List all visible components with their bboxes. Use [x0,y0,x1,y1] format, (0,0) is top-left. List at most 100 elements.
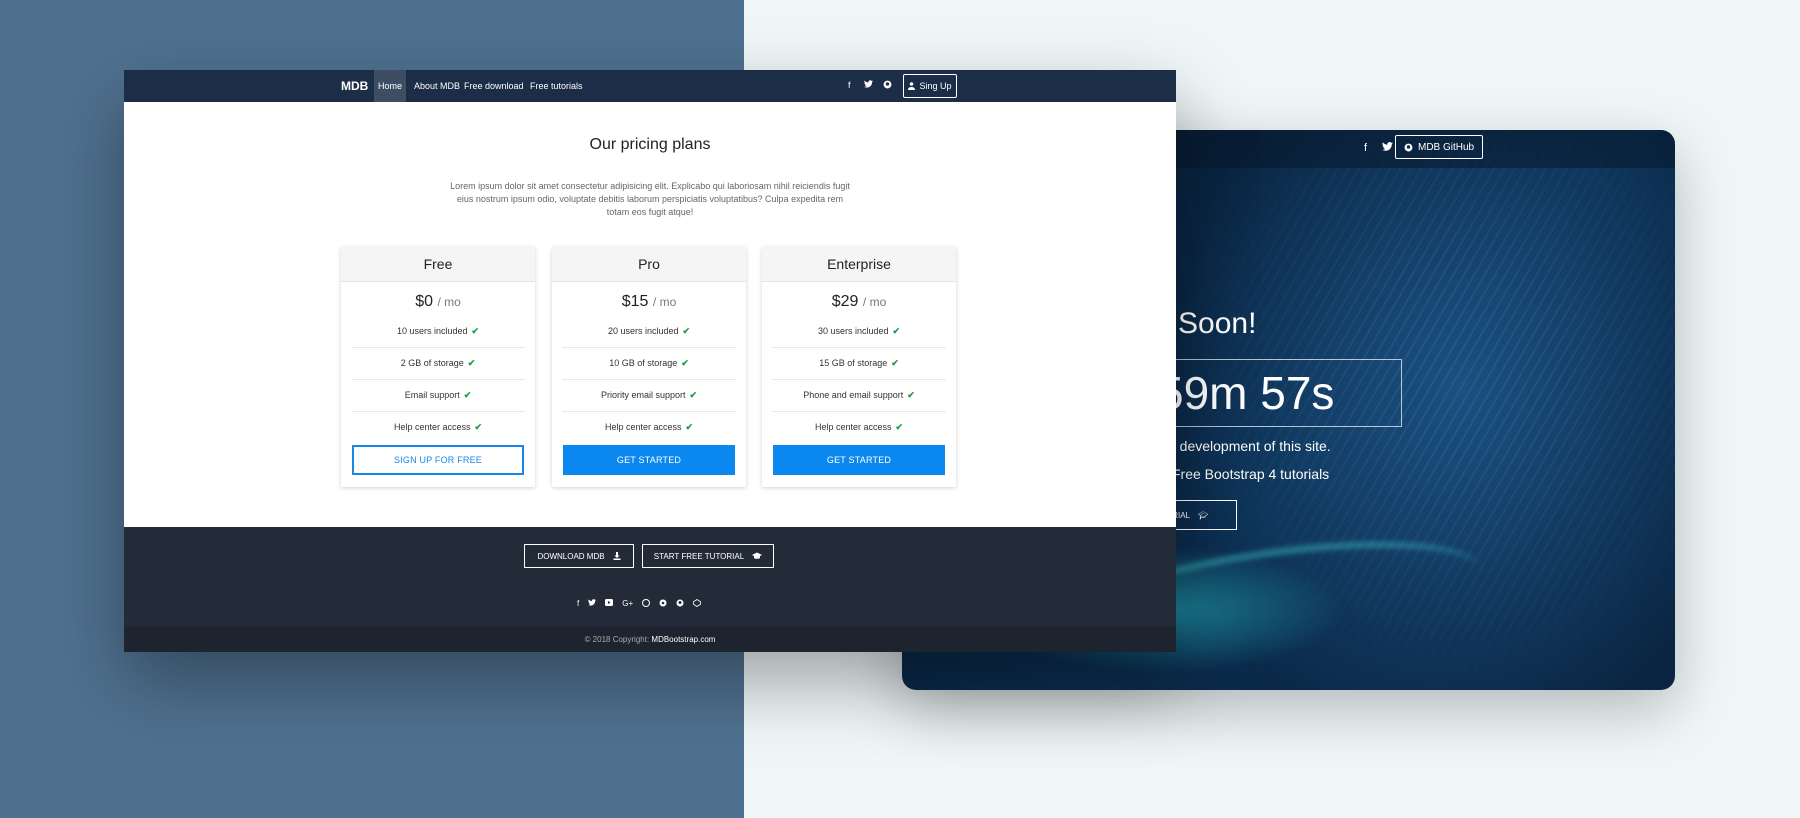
github-button[interactable]: MDB GitHub [1395,135,1484,159]
plan-name: Enterprise [762,247,956,282]
twitter-icon[interactable] [1382,142,1393,151]
check-icon: ✔ [463,390,472,400]
feature-item: Help center access ✔ [351,412,525,443]
feature-item: Help center access ✔ [772,412,946,443]
footer-social-icons: f G+ [577,599,702,608]
check-icon: ✔ [907,390,915,400]
feature-list: 10 users included ✔ 2 GB of storage ✔ Emai… [341,316,535,443]
feature-item: 10 GB of storage ✔ [562,348,736,380]
download-mdb-button[interactable]: DOWNLOAD MDB [524,544,634,568]
coming-soon-title: Soon! [1178,307,1257,340]
facebook-icon[interactable]: f [577,599,579,608]
feature-label: 10 users included [396,326,468,336]
check-icon: ✔ [895,422,904,432]
codepen-icon[interactable] [693,599,702,608]
feature-item: 2 GB of storage ✔ [351,348,525,380]
coming-soon-text: e development of this site. [1168,438,1331,454]
github-icon[interactable] [883,80,892,89]
graduation-cap-icon [752,552,763,560]
feature-item: Email support ✔ [351,380,525,412]
check-icon: ✔ [474,422,483,432]
download-button-label: DOWNLOAD MDB [537,551,605,561]
github-icon [1404,143,1413,152]
feature-label: Help center access [814,422,892,432]
signup-button-label: Sing Up [919,81,952,91]
check-icon: ✔ [467,358,476,368]
feature-item: 20 users included ✔ [562,316,736,348]
feature-label: Email support [404,390,460,400]
pricing-card-enterprise: Enterprise $29 / mo 30 users included ✔ 1… [762,247,956,487]
feature-list: 30 users included ✔ 15 GB of storage ✔ Pho… [762,316,956,443]
check-icon: ✔ [892,326,901,336]
pricing-page-window: MDB Home About MDB Free download Free tu… [124,70,1176,652]
feature-label: Priority email support [600,390,686,400]
feature-item: Priority email support ✔ [562,380,736,412]
plan-price: $15 / mo [552,293,746,313]
twitter-icon[interactable] [588,599,597,608]
check-icon: ✔ [891,358,899,368]
pricing-card-pro: Pro $15 / mo 20 users included ✔ 10 GB of… [552,247,746,487]
price-value: $29 [831,293,859,310]
price-value: $15 [621,293,649,310]
google-plus-icon[interactable]: G+ [622,599,633,608]
footer: DOWNLOAD MDB START FREE TUTORIAL f G+ © … [124,527,1176,652]
signup-free-button[interactable]: SIGN UP FOR FREE [352,445,524,475]
page-title: Our pricing plans [589,136,711,153]
coming-soon-subtext: Free Bootstrap 4 tutorials [1172,466,1330,482]
check-icon: ✔ [681,358,689,368]
download-icon [613,552,621,560]
feature-list: 20 users included ✔ 10 GB of storage ✔ Pri… [552,316,746,443]
copyright-link[interactable]: MDBootstrap.com [651,635,715,644]
feature-item: 10 users included ✔ [351,316,525,348]
feature-label: 15 GB of storage [819,358,888,368]
feature-label: 20 users included [607,326,679,336]
feature-item: Help center access ✔ [562,412,736,443]
check-icon: ✔ [689,390,698,400]
pinterest-icon[interactable] [659,599,667,608]
price-value: $0 [415,293,433,310]
feature-label: 2 GB of storage [400,358,464,368]
user-icon [908,82,916,90]
nav-link-free-tutorials[interactable]: Free tutorials [526,70,587,102]
feature-label: 30 users included [817,326,889,336]
github-icon[interactable] [676,599,684,608]
check-icon: ✔ [685,422,694,432]
get-started-button-pro[interactable]: GET STARTED [563,445,735,475]
nav-link-free-download[interactable]: Free download [460,70,528,102]
facebook-icon[interactable]: f [1364,142,1367,154]
feature-item: Phone and email support ✔ [772,380,946,412]
plan-price: $29 / mo [762,293,956,313]
get-started-button-enterprise[interactable]: GET STARTED [773,445,945,475]
twitter-icon[interactable] [864,80,873,88]
intro-text: Lorem ipsum dolor sit amet consectetur a… [450,181,850,217]
tutorial-button[interactable]: ORIAL 🎓︎ [1166,500,1237,530]
copyright-bar: © 2018 Copyright: MDBootstrap.com [124,627,1176,652]
signup-button[interactable]: Sing Up [903,74,957,98]
feature-item: 30 users included ✔ [772,316,946,348]
countdown-timer: 59m 57s [1168,359,1402,427]
brand-logo[interactable]: MDB [341,79,368,93]
youtube-icon[interactable] [605,599,614,608]
plan-name: Pro [552,247,746,282]
feature-label: Help center access [604,422,682,432]
nav-link-about[interactable]: About MDB [410,70,464,102]
feature-label: Phone and email support [803,390,904,400]
copyright-text: © 2018 Copyright: [584,635,650,644]
price-period: / mo [437,295,461,309]
plan-price: $0 / mo [341,293,535,313]
github-button-label: MDB GitHub [1418,141,1475,153]
feature-item: 15 GB of storage ✔ [772,348,946,380]
price-period: / mo [652,295,677,309]
facebook-icon[interactable]: f [848,80,851,90]
feature-label: 10 GB of storage [609,358,678,368]
pricing-card-free: Free $0 / mo 10 users included ✔ 2 GB of … [341,247,535,487]
graduation-cap-icon: 🎓︎ [1198,510,1209,520]
price-period: / mo [862,295,887,309]
tutorial-button-label: START FREE TUTORIAL [653,551,745,561]
dribbble-icon[interactable] [642,599,651,608]
check-icon: ✔ [682,326,691,336]
nav-link-home[interactable]: Home [374,70,407,102]
start-free-tutorial-button[interactable]: START FREE TUTORIAL [642,544,774,568]
plan-name: Free [341,247,535,282]
feature-label: Help center access [393,422,471,432]
